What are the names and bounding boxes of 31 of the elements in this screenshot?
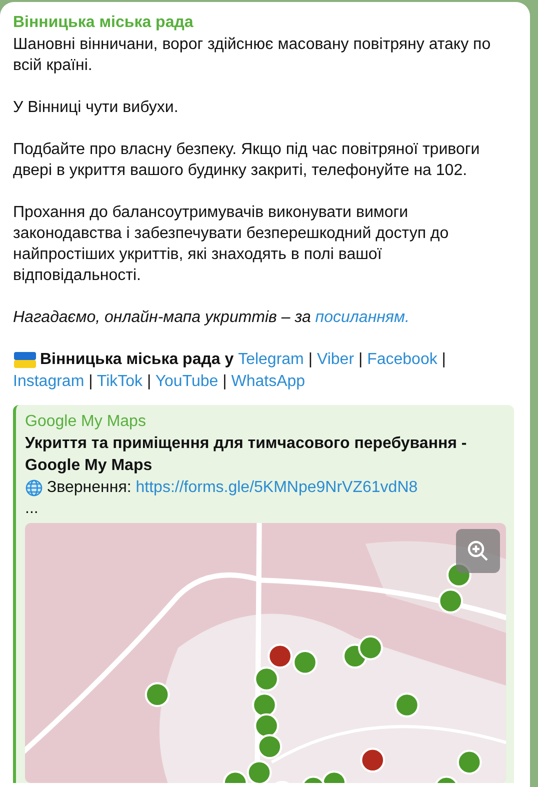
message-paragraph: У Вінниці чути вибухи. bbox=[13, 98, 180, 118]
link-separator: | bbox=[308, 351, 312, 368]
preview-title: Укриття та приміщення для тимчасового перебування - Google My Maps bbox=[25, 434, 468, 476]
message-paragraph: Подбайте про власну безпеку. Якщо під час повітряної тривоги двері в укриття вашого будинку закриті, телефонуйте на 102. bbox=[13, 140, 481, 181]
social-link[interactable]: YouTube bbox=[155, 373, 218, 390]
link-separator: | bbox=[147, 373, 152, 390]
social-link[interactable]: Facebook bbox=[367, 351, 438, 368]
link-separator: | bbox=[222, 373, 227, 390]
preview-ellipsis: ... bbox=[25, 499, 40, 519]
reminder-text: Нагадаємо, онлайн-мапа укриттів – за посиланням. bbox=[13, 308, 410, 328]
form-link[interactable]: https://forms.gle/5KMNpe9NrVZ61vdN8 bbox=[136, 479, 418, 496]
channel-name: Вінницька міська рада bbox=[13, 13, 194, 33]
message-paragraph: Прохання до балансоутримувачів виконувати вимоги законодавства і забезпечувати безперешкодний доступ до найпростіших укриттів, які знаходять в полі вашої відповідальності. bbox=[13, 203, 450, 286]
social-link[interactable]: Instagram bbox=[13, 373, 84, 390]
link-separator: | bbox=[442, 351, 446, 368]
link-separator: | bbox=[88, 373, 93, 390]
zoom-in-icon bbox=[466, 539, 490, 563]
social-link[interactable]: Viber bbox=[316, 351, 354, 368]
social-link[interactable]: Telegram bbox=[238, 351, 304, 368]
social-link[interactable]: WhatsApp bbox=[231, 373, 306, 390]
flag-icon bbox=[14, 352, 36, 368]
globe-icon bbox=[25, 479, 43, 497]
shelter-map-link[interactable]: посиланням. bbox=[315, 309, 410, 326]
zoom-button[interactable] bbox=[456, 529, 500, 573]
channel-name-lead: Вінницька міська рада у bbox=[40, 351, 234, 368]
link-preview-card[interactable]: Google My Maps Укриття та приміщення для тимчасового перебування - Google My Maps Звернення: https://forms.gle/5KMNpe9NrVZ61vdN8 ... bbox=[13, 405, 514, 783]
social-link[interactable]: TikTok bbox=[96, 373, 143, 390]
preview-description: Звернення: https://forms.gle/5KMNpe9NrVZ61vdN8 bbox=[47, 478, 418, 498]
message-paragraph: Шановні вінничани, ворог здійснює масовану повітряну атаку по всій країні. bbox=[13, 35, 492, 76]
preview-site-name: Google My Maps bbox=[25, 412, 147, 432]
link-separator: | bbox=[358, 351, 363, 368]
